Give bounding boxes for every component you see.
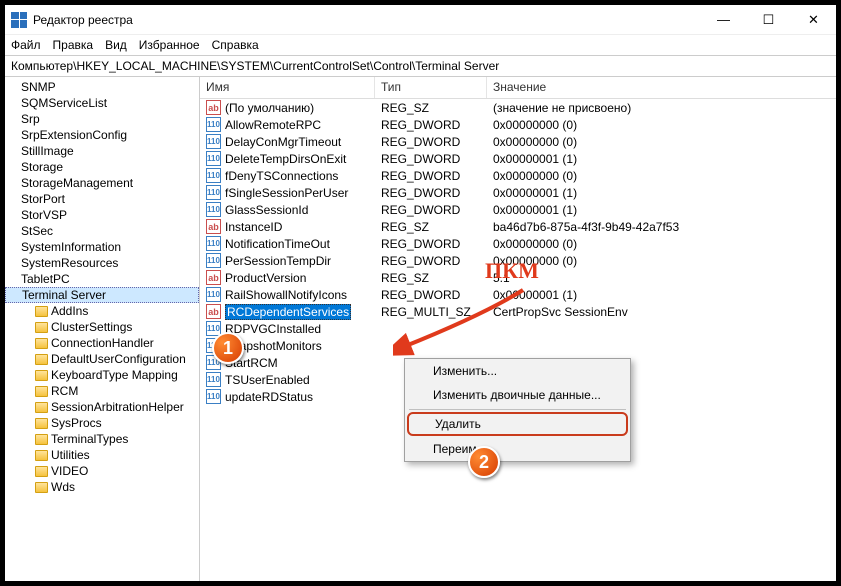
folder-icon: [35, 482, 48, 493]
tree-item[interactable]: ConnectionHandler: [5, 335, 199, 351]
registry-row[interactable]: 110AllowRemoteRPCREG_DWORD0x00000000 (0): [200, 116, 836, 133]
folder-icon: [35, 306, 48, 317]
registry-row[interactable]: ab(По умолчанию)REG_SZ(значение не присв…: [200, 99, 836, 116]
tree-item[interactable]: Wds: [5, 479, 199, 495]
context-menu: Изменить... Изменить двоичные данные... …: [404, 358, 631, 462]
menu-view[interactable]: Вид: [105, 38, 127, 52]
registry-row[interactable]: 110DelayConMgrTimeoutREG_DWORD0x00000000…: [200, 133, 836, 150]
folder-icon: [35, 370, 48, 381]
tree-item[interactable]: SessionArbitrationHelper: [5, 399, 199, 415]
dword-icon: 110: [206, 185, 221, 200]
tree-item[interactable]: SysProcs: [5, 415, 199, 431]
tree-item[interactable]: SystemInformation: [5, 239, 199, 255]
tree-panel[interactable]: SNMPSQMServiceListSrpSrpExtensionConfigS…: [5, 77, 200, 581]
folder-icon: [35, 386, 48, 397]
annotation-badge-2: 2: [468, 446, 500, 478]
string-icon: ab: [206, 304, 221, 319]
ctx-rename[interactable]: Переим: [405, 437, 630, 461]
tree-item[interactable]: StorPort: [5, 191, 199, 207]
tree-item[interactable]: Storage: [5, 159, 199, 175]
tree-item[interactable]: VIDEO: [5, 463, 199, 479]
tree-item[interactable]: RCM: [5, 383, 199, 399]
folder-icon: [35, 354, 48, 365]
registry-row[interactable]: 110fSingleSessionPerUserREG_DWORD0x00000…: [200, 184, 836, 201]
col-val[interactable]: Значение: [487, 77, 836, 98]
tree-item[interactable]: KeyboardType Mapping: [5, 367, 199, 383]
close-button[interactable]: ✕: [791, 5, 836, 35]
registry-row[interactable]: 110GlassSessionIdREG_DWORD0x00000001 (1): [200, 201, 836, 218]
folder-icon: [35, 322, 48, 333]
string-icon: ab: [206, 270, 221, 285]
ctx-modify-binary[interactable]: Изменить двоичные данные...: [405, 383, 630, 407]
titlebar: Редактор реестра — ☐ ✕: [5, 5, 836, 35]
window-title: Редактор реестра: [33, 13, 133, 27]
tree-item[interactable]: Terminal Server: [5, 287, 199, 303]
folder-icon: [35, 338, 48, 349]
string-icon: ab: [206, 100, 221, 115]
col-type[interactable]: Тип: [375, 77, 487, 98]
dword-icon: 110: [206, 253, 221, 268]
tree-item[interactable]: Utilities: [5, 447, 199, 463]
tree-item[interactable]: TerminalTypes: [5, 431, 199, 447]
registry-row[interactable]: 110fDenyTSConnectionsREG_DWORD0x00000000…: [200, 167, 836, 184]
dword-icon: 110: [206, 236, 221, 251]
tree-item[interactable]: Srp: [5, 111, 199, 127]
app-icon: [11, 12, 27, 28]
ctx-delete[interactable]: Удалить: [407, 412, 628, 436]
dword-icon: 110: [206, 389, 221, 404]
ctx-modify[interactable]: Изменить...: [405, 359, 630, 383]
tree-item[interactable]: StorVSP: [5, 207, 199, 223]
tree-item[interactable]: DefaultUserConfiguration: [5, 351, 199, 367]
menu-file[interactable]: Файл: [11, 38, 41, 52]
folder-icon: [35, 402, 48, 413]
folder-icon: [35, 418, 48, 429]
string-icon: ab: [206, 219, 221, 234]
dword-icon: 110: [206, 151, 221, 166]
registry-row[interactable]: abRCDependentServicesREG_MULTI_SZCertPro…: [200, 303, 836, 320]
folder-icon: [35, 450, 48, 461]
tree-item[interactable]: SQMServiceList: [5, 95, 199, 111]
tree-item[interactable]: StSec: [5, 223, 199, 239]
tree-item[interactable]: SNMP: [5, 79, 199, 95]
registry-row[interactable]: 110SnapshotMonitors: [200, 337, 836, 354]
menu-help[interactable]: Справка: [212, 38, 259, 52]
tree-item[interactable]: SrpExtensionConfig: [5, 127, 199, 143]
menu-edit[interactable]: Правка: [53, 38, 94, 52]
tree-item[interactable]: TabletPC: [5, 271, 199, 287]
list-panel: Имя Тип Значение ab(По умолчанию)REG_SZ(…: [200, 77, 836, 581]
annotation-pkm: ПКМ: [485, 258, 539, 284]
dword-icon: 110: [206, 287, 221, 302]
tree-item[interactable]: StorageManagement: [5, 175, 199, 191]
dword-icon: 110: [206, 372, 221, 387]
tree-item[interactable]: SystemResources: [5, 255, 199, 271]
annotation-badge-1: 1: [212, 332, 244, 364]
menubar: Файл Правка Вид Избранное Справка: [5, 35, 836, 55]
minimize-button[interactable]: —: [701, 5, 746, 35]
registry-row[interactable]: abInstanceIDREG_SZba46d7b6-875a-4f3f-9b4…: [200, 218, 836, 235]
col-name[interactable]: Имя: [200, 77, 375, 98]
tree-item[interactable]: StillImage: [5, 143, 199, 159]
dword-icon: 110: [206, 134, 221, 149]
folder-icon: [35, 466, 48, 477]
folder-icon: [35, 434, 48, 445]
tree-item[interactable]: ClusterSettings: [5, 319, 199, 335]
maximize-button[interactable]: ☐: [746, 5, 791, 35]
registry-row[interactable]: 110NotificationTimeOutREG_DWORD0x0000000…: [200, 235, 836, 252]
registry-row[interactable]: 110RDPVGCInstalled: [200, 320, 836, 337]
list-header: Имя Тип Значение: [200, 77, 836, 99]
dword-icon: 110: [206, 202, 221, 217]
tree-item[interactable]: AddIns: [5, 303, 199, 319]
dword-icon: 110: [206, 117, 221, 132]
registry-row[interactable]: 110RailShowallNotifyIconsREG_DWORD0x0000…: [200, 286, 836, 303]
registry-row[interactable]: 110DeleteTempDirsOnExitREG_DWORD0x000000…: [200, 150, 836, 167]
ctx-separator: [409, 409, 626, 410]
address-bar[interactable]: Компьютер\HKEY_LOCAL_MACHINE\SYSTEM\Curr…: [5, 55, 836, 77]
menu-fav[interactable]: Избранное: [139, 38, 200, 52]
dword-icon: 110: [206, 168, 221, 183]
